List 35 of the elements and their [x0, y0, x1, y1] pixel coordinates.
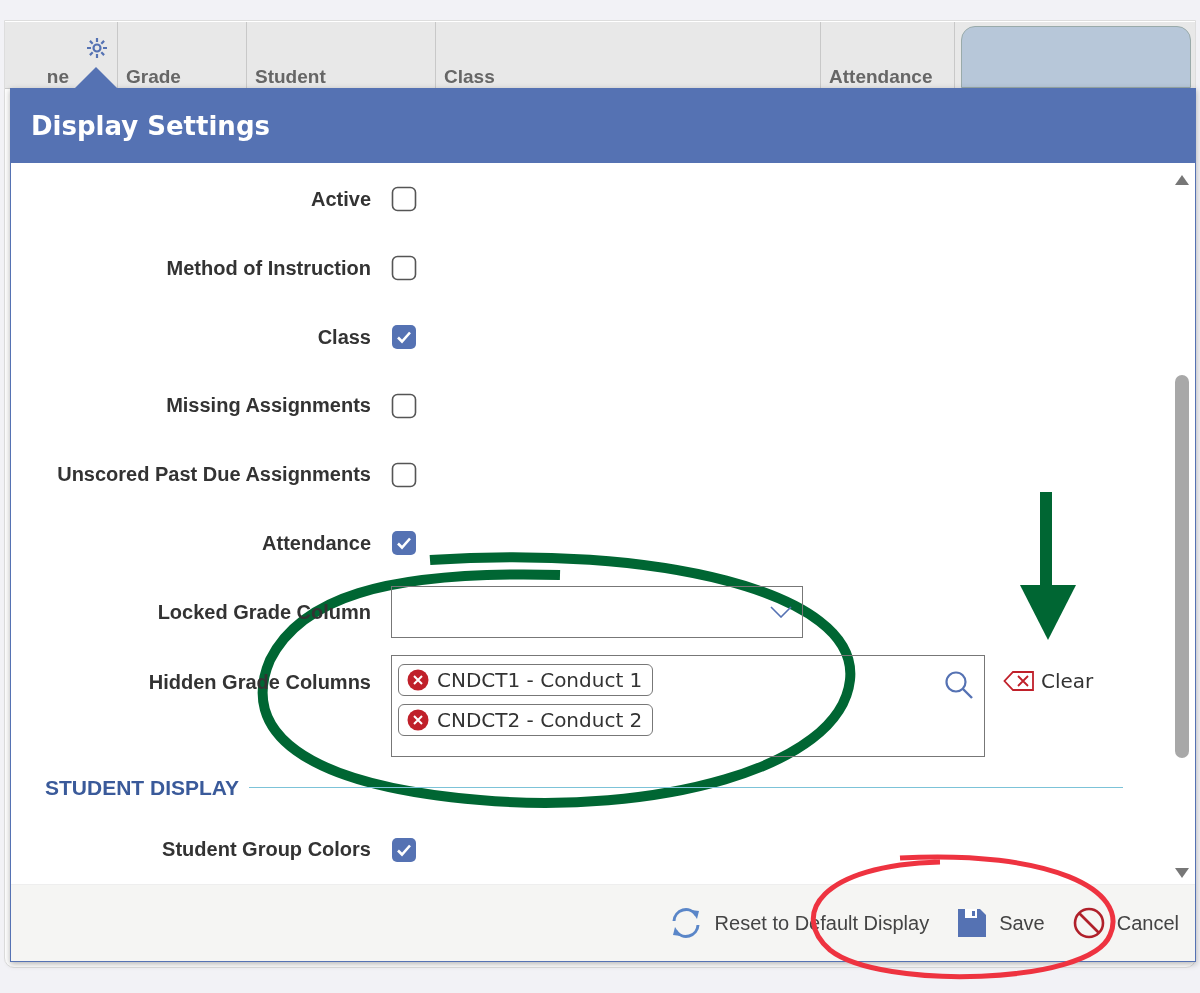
- dialog-title: Display Settings: [31, 111, 270, 141]
- remove-icon[interactable]: [407, 668, 429, 691]
- clear-icon: [1003, 669, 1035, 692]
- setting-label: Class: [316, 325, 372, 349]
- chevron-down-icon: [770, 606, 792, 619]
- settings-icon[interactable]: [85, 36, 109, 60]
- setting-label: Unscored Past Due Assignments: [56, 463, 372, 487]
- checkbox[interactable]: [391, 461, 417, 488]
- column-header: ne: [46, 66, 69, 88]
- column-header: Grade: [126, 66, 181, 88]
- column-header: Class: [444, 66, 495, 88]
- setting-label: Method of Instruction: [165, 256, 372, 280]
- checkbox[interactable]: [391, 186, 417, 213]
- checkbox[interactable]: [391, 530, 417, 557]
- setting-label: Active: [309, 187, 372, 211]
- remove-icon[interactable]: [407, 708, 429, 731]
- setting-label: Attendance: [261, 531, 372, 555]
- tag-chip[interactable]: CNDCT2 - Conduct 2: [398, 703, 654, 736]
- cancel-icon: [1072, 907, 1105, 939]
- column-header: Student: [255, 66, 326, 88]
- tag-input-field[interactable]: CNDCT1 - Conduct 1 CNDCT2 - Conduct 2: [391, 654, 985, 757]
- setting-label: Student Group Colors: [161, 838, 372, 862]
- cancel-button[interactable]: Cancel: [1070, 903, 1181, 943]
- clear-button[interactable]: Clear: [1003, 668, 1094, 693]
- checkbox[interactable]: [391, 836, 417, 863]
- checkbox[interactable]: [391, 255, 417, 282]
- save-button[interactable]: Save: [955, 904, 1047, 942]
- dropdown-field[interactable]: [391, 586, 803, 639]
- tag-chip[interactable]: CNDCT1 - Conduct 1: [398, 663, 654, 696]
- checkbox[interactable]: [391, 324, 417, 351]
- section-heading: STUDENT DISPLAY: [45, 775, 240, 800]
- search-icon[interactable]: [944, 669, 974, 700]
- column-header: Attendance: [829, 66, 933, 88]
- setting-label: Missing Assignments: [165, 394, 372, 418]
- checkbox[interactable]: [391, 392, 417, 419]
